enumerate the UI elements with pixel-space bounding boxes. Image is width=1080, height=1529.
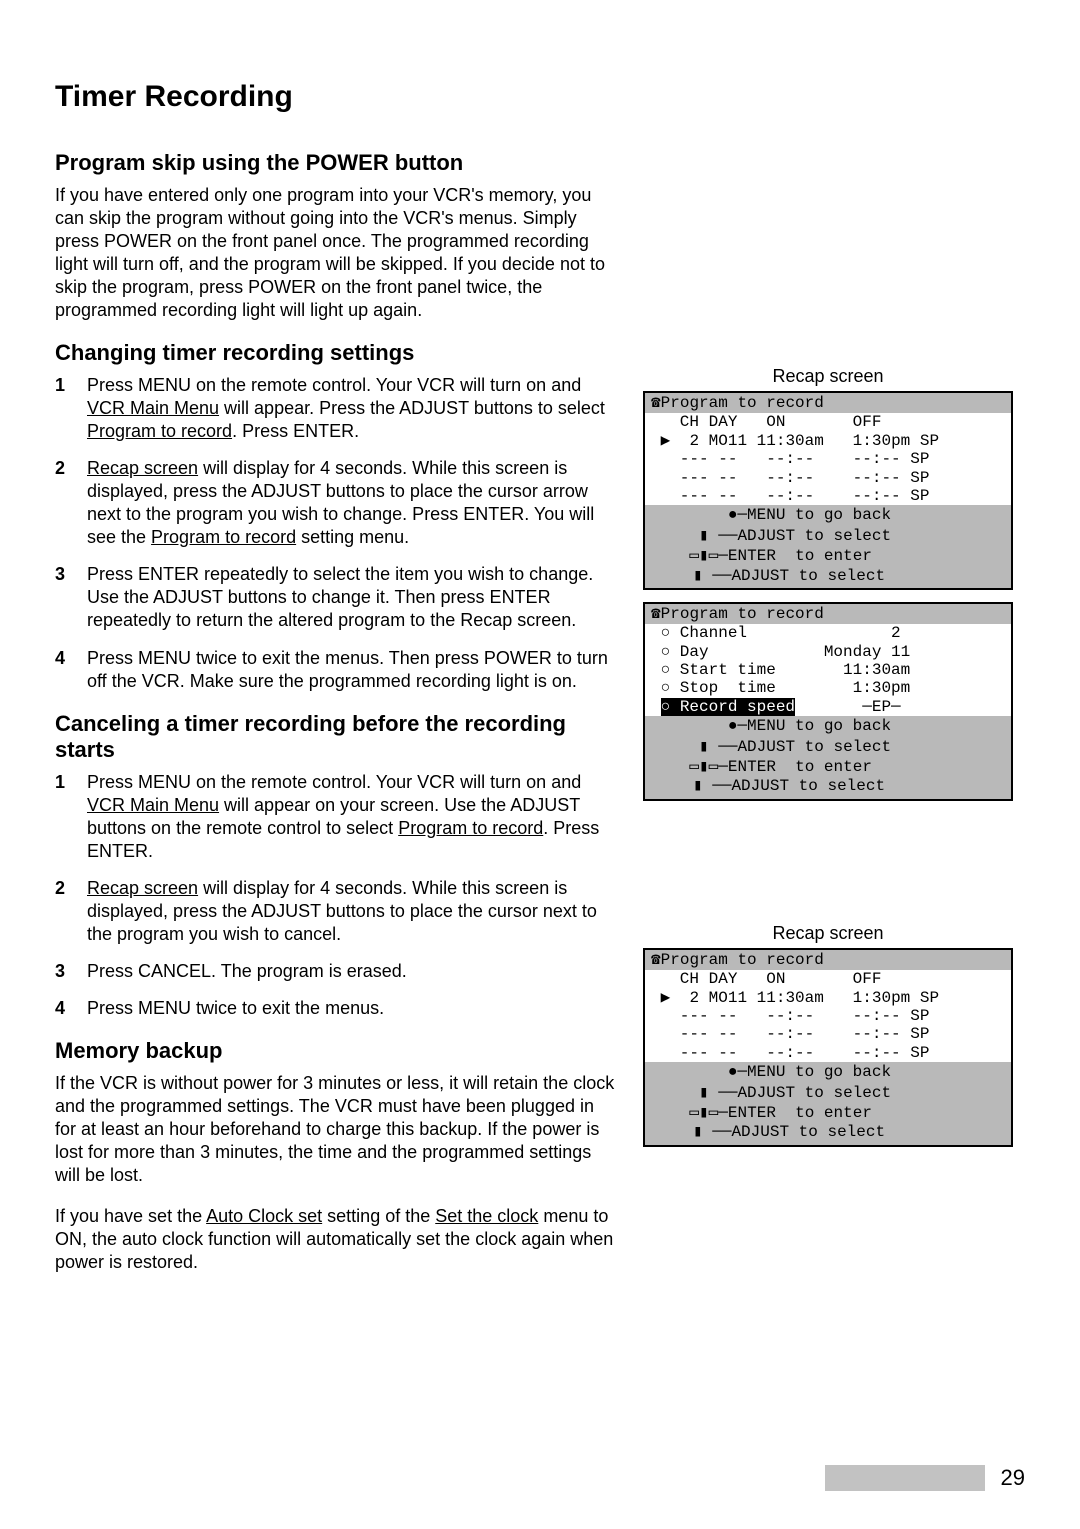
- osd-row-channel: ○ Channel 2: [645, 624, 1011, 642]
- osd-row-day: ○ Day Monday 11: [645, 643, 1011, 661]
- osd-hint-adjust2: ▮ ──ADJUST to select: [645, 567, 1011, 588]
- page-number-decoration: [825, 1465, 985, 1491]
- osd-hint-adjust: ▮ ──ADJUST to select: [645, 526, 1011, 546]
- osd-recap-1: ☎Program to record CH DAY ON OFF ▶ 2 MO1…: [643, 391, 1013, 590]
- body-memory-2: If you have set the Auto Clock set setti…: [55, 1205, 615, 1274]
- steps-cancel: Press MENU on the remote control. Your V…: [55, 771, 615, 1020]
- recap-caption-1: Recap screen: [643, 366, 1013, 387]
- step-cancel-4: Press MENU twice to exit the menus.: [55, 997, 615, 1020]
- step-cancel-1: Press MENU on the remote control. Your V…: [55, 771, 615, 863]
- osd-row-speed: ○ Record speed ─EP─: [645, 698, 1011, 716]
- heading-skip: Program skip using the POWER button: [55, 150, 615, 176]
- heading-change: Changing timer recording settings: [55, 340, 615, 366]
- osd-row-3: --- -- --:-- --:-- SP: [645, 469, 1011, 487]
- heading-memory: Memory backup: [55, 1038, 615, 1064]
- osd-title: ☎Program to record: [645, 393, 1011, 413]
- osd-hint-menu: ●─MENU to go back: [645, 505, 1011, 525]
- osd-hint-menu: ●─MENU to go back: [645, 1062, 1011, 1082]
- osd-program-to-record: ☎Program to record ○ Channel 2 ○ Day Mon…: [643, 602, 1013, 801]
- step-change-3: Press ENTER repeatedly to select the ite…: [55, 563, 615, 632]
- osd-hint-adjust: ▮ ──ADJUST to select: [645, 1083, 1011, 1103]
- osd-row-start: ○ Start time 11:30am: [645, 661, 1011, 679]
- page-title: Timer Recording: [55, 80, 1025, 114]
- step-cancel-2: Recap screen will display for 4 seconds.…: [55, 877, 615, 946]
- osd-hint-enter: ▭▮▭─ENTER to enter: [645, 757, 1011, 777]
- step-change-2: Recap screen will display for 4 seconds.…: [55, 457, 615, 549]
- osd-header: CH DAY ON OFF: [645, 413, 1011, 431]
- page-number: 29: [1001, 1465, 1025, 1491]
- osd-row-2: --- -- --:-- --:-- SP: [645, 1007, 1011, 1025]
- osd-header: CH DAY ON OFF: [645, 970, 1011, 988]
- osd-hint-menu: ●─MENU to go back: [645, 716, 1011, 736]
- osd-row-4: --- -- --:-- --:-- SP: [645, 1044, 1011, 1062]
- osd-hint-adjust2: ▮ ──ADJUST to select: [645, 777, 1011, 798]
- osd-row-1: ▶ 2 MO11 11:30am 1:30pm SP: [645, 989, 1011, 1007]
- osd-hint-adjust: ▮ ──ADJUST to select: [645, 737, 1011, 757]
- main-text-column: Program skip using the POWER button If y…: [55, 150, 615, 1292]
- osd-recap-2: ☎Program to record CH DAY ON OFF ▶ 2 MO1…: [643, 948, 1013, 1147]
- osd-row-4: --- -- --:-- --:-- SP: [645, 487, 1011, 505]
- recap-caption-2: Recap screen: [643, 923, 1013, 944]
- osd-hint-enter: ▭▮▭─ENTER to enter: [645, 546, 1011, 566]
- osd-row-1: ▶ 2 MO11 11:30am 1:30pm SP: [645, 432, 1011, 450]
- body-skip: If you have entered only one program int…: [55, 184, 615, 322]
- osd-row-2: --- -- --:-- --:-- SP: [645, 450, 1011, 468]
- screens-column: Recap screen ☎Program to record CH DAY O…: [643, 150, 1013, 1292]
- heading-cancel: Canceling a timer recording before the r…: [55, 711, 615, 763]
- osd-title: ☎Program to record: [645, 950, 1011, 970]
- steps-change: Press MENU on the remote control. Your V…: [55, 374, 615, 692]
- step-change-4: Press MENU twice to exit the menus. Then…: [55, 647, 615, 693]
- osd-row-stop: ○ Stop time 1:30pm: [645, 679, 1011, 697]
- step-cancel-3: Press CANCEL. The program is erased.: [55, 960, 615, 983]
- osd-hint-adjust2: ▮ ──ADJUST to select: [645, 1123, 1011, 1144]
- osd-hint-enter: ▭▮▭─ENTER to enter: [645, 1103, 1011, 1123]
- osd-title: ☎Program to record: [645, 604, 1011, 624]
- osd-row-3: --- -- --:-- --:-- SP: [645, 1025, 1011, 1043]
- body-memory-1: If the VCR is without power for 3 minute…: [55, 1072, 615, 1187]
- step-change-1: Press MENU on the remote control. Your V…: [55, 374, 615, 443]
